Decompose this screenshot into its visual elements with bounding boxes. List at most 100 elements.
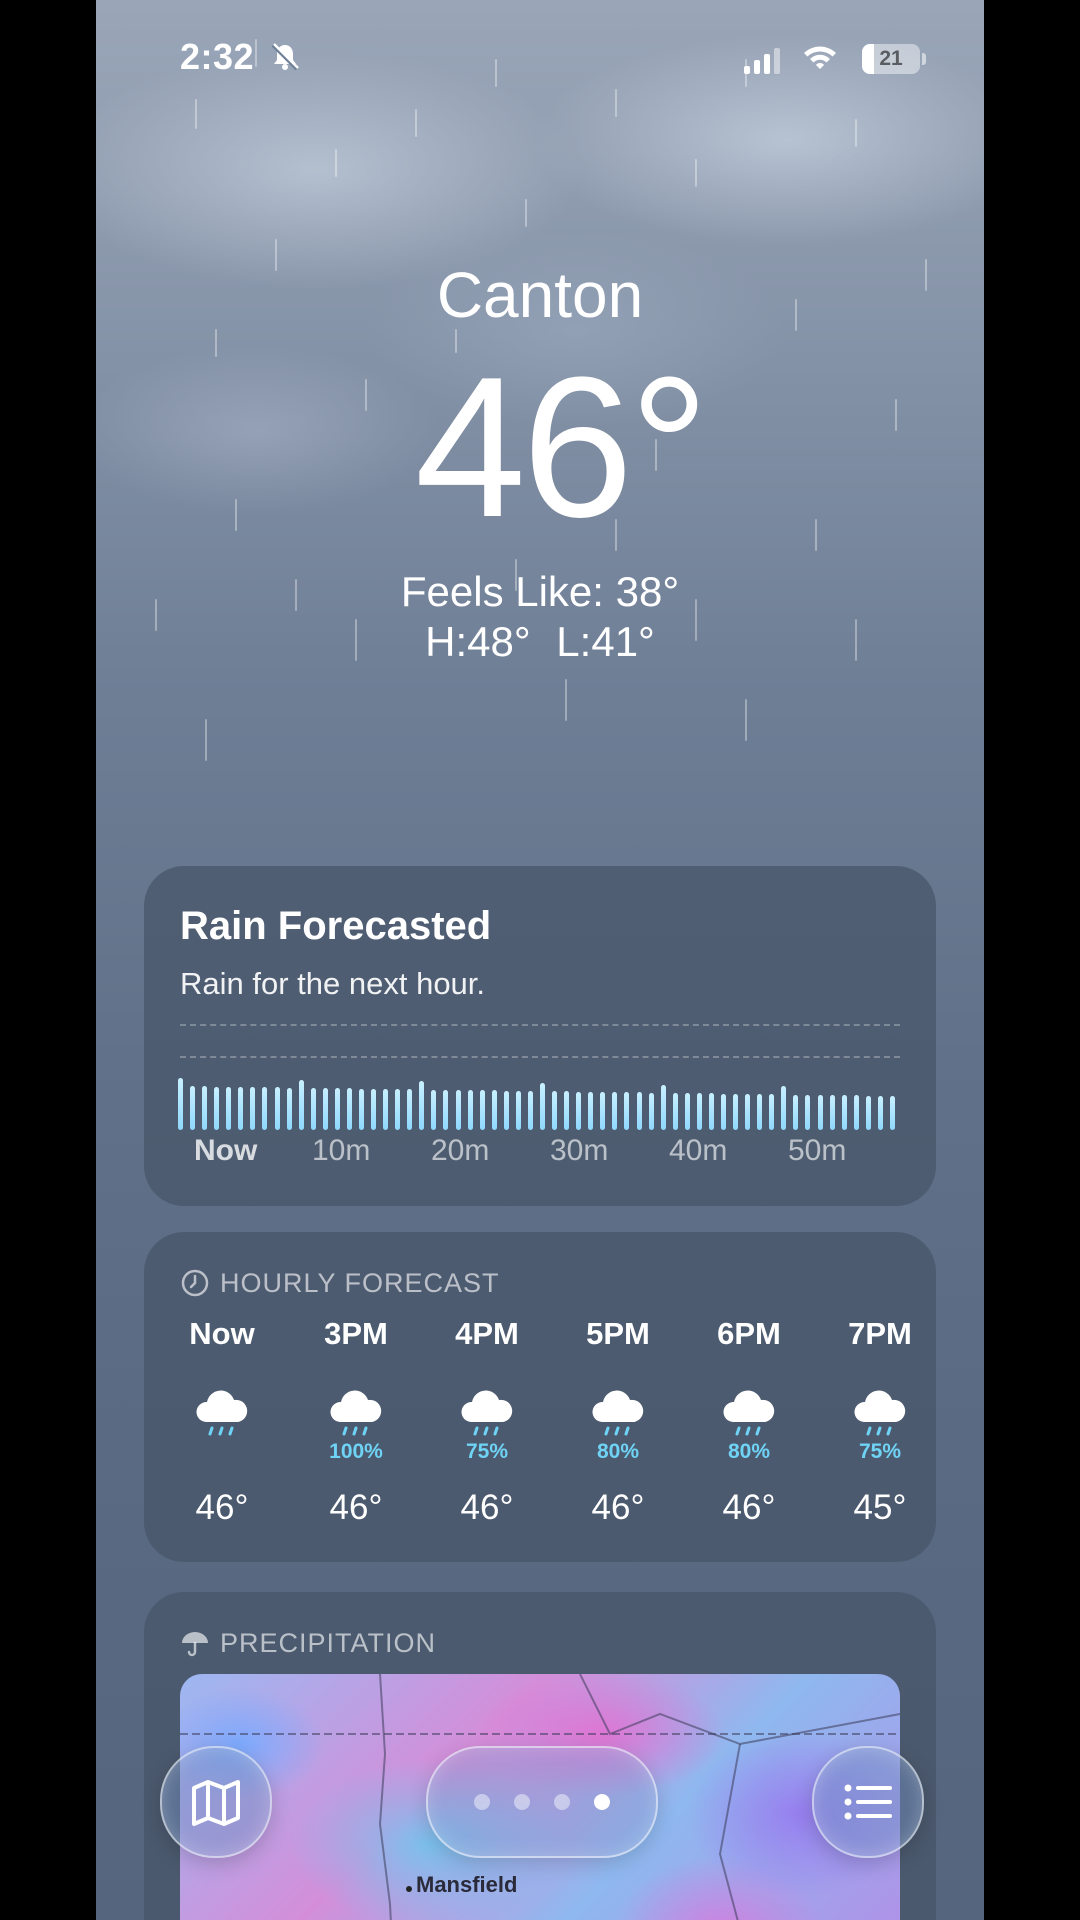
city-name: Canton xyxy=(436,259,644,331)
precip-chance: 75% xyxy=(465,1440,509,1463)
tick-30m: 30m xyxy=(550,1134,609,1167)
weather-screen: 2:32 21 Canton 46° Feels Like: 38° H:48°… xyxy=(96,0,984,1920)
precip-bar xyxy=(552,1091,558,1130)
precip-bar xyxy=(286,1087,292,1130)
hour-column: 6PM 80% 46° xyxy=(689,1316,809,1528)
precip-bar xyxy=(431,1089,437,1130)
tick-20m: 20m xyxy=(431,1134,490,1167)
hourly-forecast-title: HOURLY FORECAST xyxy=(220,1268,500,1298)
tick-50m: 50m xyxy=(788,1134,847,1167)
hour-label: 4PM xyxy=(455,1316,519,1351)
precipitation-header: PRECIPITATION xyxy=(180,1628,436,1659)
precip-bar xyxy=(395,1089,401,1130)
precip-bar xyxy=(769,1094,775,1130)
rain-forecast-card[interactable]: Rain Forecasted Rain for the next hour. … xyxy=(144,866,936,1206)
page-dot[interactable] xyxy=(514,1794,530,1810)
precip-bar xyxy=(564,1091,570,1130)
precip-bar xyxy=(612,1092,618,1130)
hour-label: 6PM xyxy=(717,1316,781,1351)
precip-bar xyxy=(733,1093,739,1130)
rain-cloud-icon xyxy=(196,1390,248,1436)
precip-bar xyxy=(467,1090,473,1130)
hour-temp: 45° xyxy=(853,1488,907,1527)
precip-bar xyxy=(274,1087,280,1130)
umbrella-icon xyxy=(182,1632,208,1657)
precip-bar xyxy=(648,1092,654,1130)
page-dot-active[interactable] xyxy=(594,1794,610,1810)
precip-bar xyxy=(383,1088,389,1130)
page-indicator[interactable] xyxy=(426,1746,658,1858)
battery-icon: 21 xyxy=(862,44,920,74)
precip-chance: 100% xyxy=(329,1440,383,1463)
rain-cloud-icon xyxy=(592,1390,644,1436)
battery-level: 21 xyxy=(879,47,903,70)
tick-40m: 40m xyxy=(669,1134,728,1167)
precip-bar xyxy=(805,1094,811,1130)
precip-chance: 75% xyxy=(858,1440,902,1463)
hour-column: 5PM 80% 46° xyxy=(558,1316,678,1528)
status-time: 2:32 xyxy=(180,36,255,77)
precip-bar xyxy=(310,1087,316,1130)
page-dot[interactable] xyxy=(474,1794,490,1810)
hour-column: 7PM 75% 45° xyxy=(820,1316,940,1528)
wifi-icon xyxy=(804,46,836,69)
minute-precipitation-bars xyxy=(178,1076,902,1130)
precip-bar xyxy=(684,1093,690,1130)
precipitation-title: PRECIPITATION xyxy=(220,1628,437,1658)
rain-cloud-icon xyxy=(854,1390,906,1436)
hour-label: Now xyxy=(189,1316,255,1351)
hour-temp: 46° xyxy=(722,1488,776,1527)
locations-list-button[interactable] xyxy=(812,1746,924,1858)
list-icon xyxy=(844,1784,892,1820)
precip-bar xyxy=(745,1093,751,1130)
precip-bar xyxy=(696,1093,702,1130)
dashed-divider xyxy=(180,1024,900,1026)
precip-bar xyxy=(865,1095,871,1130)
high-low: H:48° L:41° xyxy=(425,618,655,665)
hour-column: 4PM 75% 46° xyxy=(427,1316,547,1528)
precip-bar xyxy=(793,1094,799,1130)
rain-cloud-icon xyxy=(461,1390,513,1436)
hourly-forecast-card[interactable]: HOURLY FORECAST Now 46° 3PM 100% 46° 4PM… xyxy=(144,1232,936,1562)
precip-bar xyxy=(491,1090,497,1130)
precip-bar xyxy=(455,1089,461,1130)
precip-bar xyxy=(588,1091,594,1130)
precip-bar xyxy=(576,1091,582,1130)
tick-10m: 10m xyxy=(312,1134,371,1167)
rain-cloud-icon xyxy=(723,1390,775,1436)
dashed-divider xyxy=(180,1056,900,1058)
precip-bar xyxy=(708,1093,714,1130)
map-city-label: Mansfield xyxy=(416,1872,518,1897)
hour-temp: 46° xyxy=(460,1488,514,1527)
precip-bar xyxy=(527,1090,533,1130)
precip-bar xyxy=(889,1095,895,1130)
feels-like: Feels Like: 38° xyxy=(400,568,680,615)
precip-bar xyxy=(419,1081,425,1130)
precip-bar xyxy=(190,1086,196,1130)
hour-temp: 46° xyxy=(591,1488,645,1527)
map-icon xyxy=(192,1780,240,1826)
clock-icon xyxy=(181,1269,209,1297)
precip-bar xyxy=(636,1092,642,1130)
map-city-marker xyxy=(406,1886,412,1892)
precip-bar xyxy=(853,1095,859,1130)
precip-bar xyxy=(624,1092,630,1130)
precip-bar xyxy=(407,1089,413,1130)
precip-bar xyxy=(359,1088,364,1130)
precip-bar xyxy=(322,1088,328,1130)
cellular-signal-icon xyxy=(744,48,780,74)
current-temperature: 46° xyxy=(414,336,709,559)
precip-bar xyxy=(515,1090,521,1130)
precip-bar xyxy=(371,1088,377,1130)
rain-forecast-title: Rain Forecasted xyxy=(180,904,492,948)
precip-bar xyxy=(443,1089,449,1130)
battery-tip xyxy=(922,53,926,65)
hour-label: 7PM xyxy=(848,1316,912,1351)
precip-bar xyxy=(540,1083,545,1130)
precip-bar xyxy=(672,1092,678,1130)
map-button[interactable] xyxy=(160,1746,272,1858)
page-dot[interactable] xyxy=(554,1794,570,1810)
precip-chance xyxy=(162,1440,282,1466)
precip-bar xyxy=(226,1086,232,1130)
precip-bar xyxy=(877,1095,883,1130)
